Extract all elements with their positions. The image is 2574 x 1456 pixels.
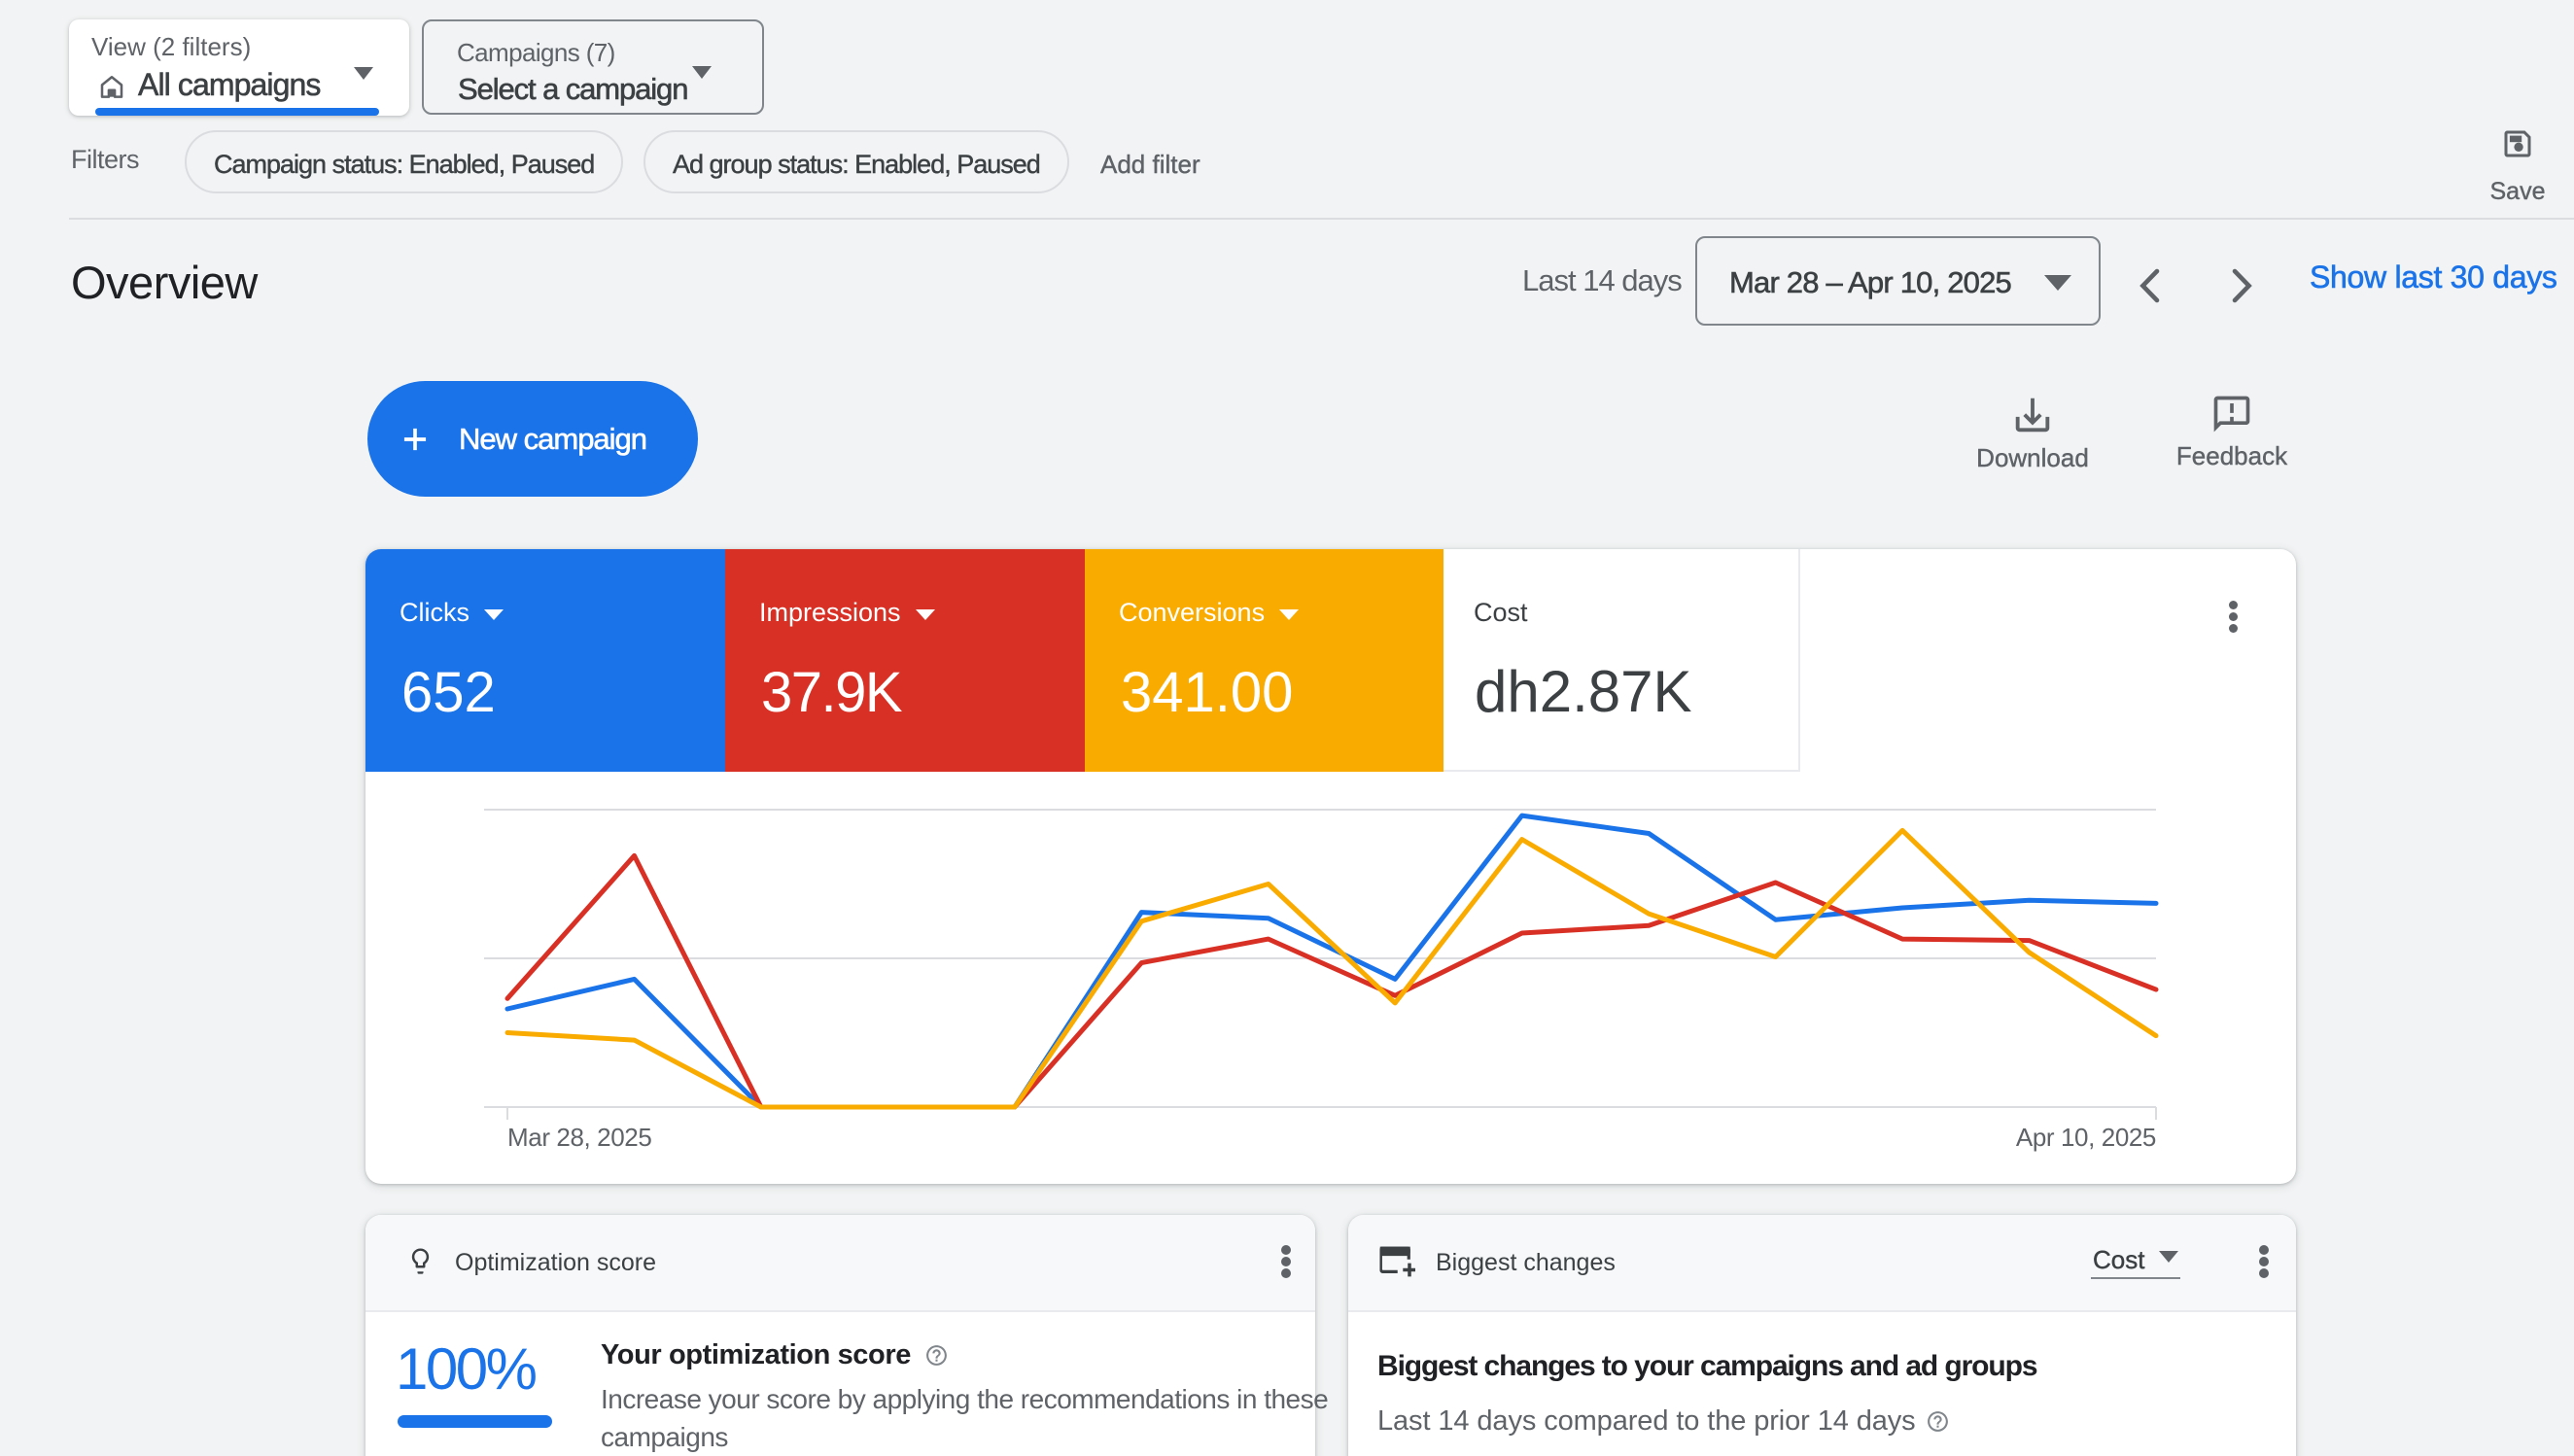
previous-period-button[interactable] [2125, 259, 2175, 313]
chevron-down-icon [2044, 275, 2071, 291]
view-selector[interactable]: View (2 filters) All campaigns [69, 19, 409, 116]
optimization-score-card: Optimization score 100% Your optimizatio… [365, 1215, 1315, 1456]
filter-chip-campaign-status[interactable]: Campaign status: Enabled, Paused [185, 130, 623, 193]
metric-tile-label-row: Cost [1474, 598, 1528, 628]
metric-tile-conversions-value: 341.00 [1121, 660, 1293, 725]
selected-view-indicator [95, 108, 379, 116]
metric-tile-conversions[interactable]: Conversions 341.00 [1085, 549, 1444, 772]
filters-label: Filters [71, 145, 139, 175]
download-icon [1955, 393, 2110, 437]
metric-tile-label-row: Impressions [759, 598, 935, 628]
download-button-label: Download [1955, 443, 2110, 473]
biggest-changes-subtitle-row: Last 14 days compared to the prior 14 da… [1377, 1405, 1950, 1438]
x-axis-start-label: Mar 28, 2025 [507, 1123, 651, 1153]
metric-tile-cost-label: Cost [1474, 598, 1528, 628]
biggest-changes-subtitle: Last 14 days compared to the prior 14 da… [1377, 1405, 1916, 1438]
help-icon[interactable] [1926, 1409, 1950, 1434]
filter-chip-ad-group-status[interactable]: Ad group status: Enabled, Paused [644, 130, 1069, 193]
save-button[interactable]: Save [2477, 126, 2558, 206]
save-button-label: Save [2477, 178, 2558, 206]
feedback-button[interactable]: Feedback [2154, 393, 2310, 471]
metric-tile-label-row: Conversions [1119, 598, 1299, 628]
campaign-selector[interactable]: Campaigns (7) Select a campaign [422, 19, 764, 115]
metric-tile-cost[interactable]: Cost dh2.87K [1444, 549, 1800, 772]
view-selector-value: All campaigns [138, 67, 321, 103]
home-icon [96, 71, 127, 107]
chevron-down-icon [692, 66, 712, 79]
metric-tiles: Clicks 652 Impressions 37.9K Conversions… [365, 549, 2296, 772]
metric-tile-clicks[interactable]: Clicks 652 [365, 549, 725, 772]
chevron-down-icon [354, 67, 373, 80]
chart-card-menu-button[interactable] [2228, 601, 2238, 636]
show-last-30-days-link[interactable]: Show last 30 days [2310, 260, 2557, 295]
chevron-down-icon [484, 609, 504, 620]
optimization-score-title: Your optimization score [601, 1339, 911, 1371]
help-icon[interactable] [924, 1343, 949, 1368]
campaign-selector-label: Campaigns (7) [457, 38, 615, 68]
save-icon [2477, 126, 2558, 161]
metric-tile-clicks-value: 652 [401, 660, 496, 725]
biggest-changes-card-header: Biggest changes [1436, 1249, 1616, 1277]
performance-chart-card: Clicks 652 Impressions 37.9K Conversions… [365, 549, 2296, 1184]
date-range-value: Mar 28 – Apr 10, 2025 [1729, 265, 2011, 300]
lightbulb-icon [404, 1245, 436, 1277]
add-filter-button[interactable]: Add filter [1100, 150, 1200, 180]
optimization-score-description: Increase your score by applying the reco… [601, 1380, 1330, 1456]
view-selector-label: View (2 filters) [91, 32, 251, 62]
metric-tile-impressions[interactable]: Impressions 37.9K [725, 549, 1085, 772]
metric-tile-label-row: Clicks [400, 598, 504, 628]
optimization-score-value: 100% [396, 1335, 535, 1403]
biggest-changes-metric-value: Cost [2093, 1245, 2144, 1275]
new-campaign-label: New campaign [459, 422, 646, 457]
chevron-down-icon [2159, 1251, 2178, 1263]
new-campaign-button[interactable]: New campaign [367, 381, 698, 497]
biggest-changes-card: Biggest changes Cost Biggest changes to … [1348, 1215, 2296, 1456]
divider [69, 218, 2574, 220]
metric-tile-impressions-value: 37.9K [761, 660, 901, 725]
feedback-icon [2154, 393, 2310, 435]
optimization-score-title-row: Your optimization score [601, 1339, 949, 1371]
biggest-changes-metric-select[interactable]: Cost [2091, 1245, 2180, 1279]
page-title: Overview [71, 256, 258, 309]
feedback-button-label: Feedback [2154, 441, 2310, 471]
chevron-down-icon [1279, 609, 1299, 620]
biggest-changes-header-bar: Biggest changes Cost [1348, 1215, 2296, 1312]
date-range-selector[interactable]: Mar 28 – Apr 10, 2025 [1695, 236, 2101, 326]
metric-tile-cost-value: dh2.87K [1475, 658, 1692, 725]
x-axis-end-label: Apr 10, 2025 [1767, 1123, 2156, 1153]
campaign-selector-value: Select a campaign [458, 72, 687, 107]
optimization-card-header: Optimization score [455, 1249, 656, 1277]
window-add-icon [1378, 1245, 1415, 1278]
optimization-score-progress-bar [398, 1415, 552, 1428]
download-button[interactable]: Download [1955, 393, 2110, 473]
metric-tile-conversions-label: Conversions [1119, 598, 1265, 628]
metric-tile-impressions-label: Impressions [759, 598, 901, 628]
next-period-button[interactable] [2216, 259, 2267, 313]
date-range-label: Last 14 days [1522, 263, 1682, 298]
biggest-changes-title: Biggest changes to your campaigns and ad… [1377, 1350, 2036, 1383]
metric-tile-clicks-label: Clicks [400, 598, 470, 628]
optimization-card-menu-button[interactable] [1281, 1245, 1291, 1280]
plus-icon [397, 421, 434, 458]
optimization-card-header-bar: Optimization score [365, 1215, 1315, 1312]
biggest-changes-menu-button[interactable] [2259, 1245, 2269, 1280]
chevron-down-icon [916, 609, 935, 620]
